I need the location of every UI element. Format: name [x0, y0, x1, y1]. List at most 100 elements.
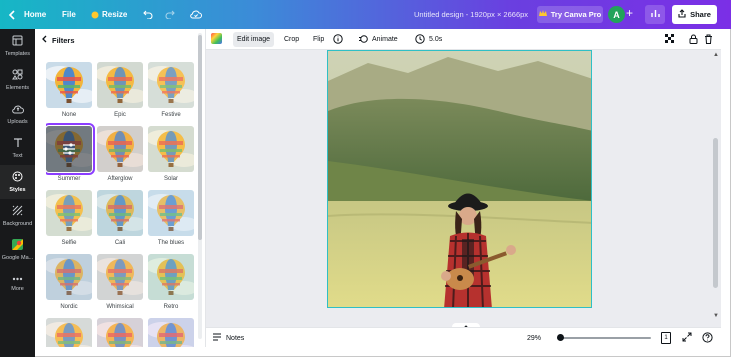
cloud-save-button[interactable]	[190, 0, 202, 29]
filter-thumbnail[interactable]	[148, 254, 194, 300]
color-picker-button[interactable]	[211, 32, 222, 47]
analytics-button[interactable]	[645, 5, 665, 24]
redo-button[interactable]	[165, 0, 175, 29]
help-icon	[702, 331, 713, 345]
share-label: Share	[690, 10, 711, 19]
rail-item-more[interactable]: More	[0, 267, 35, 301]
rail-label-google-maps: Google Ma...	[1, 255, 34, 261]
rail-item-templates[interactable]: Templates	[0, 29, 35, 63]
context-toolbar: Edit image Crop Flip Animate 5.0s	[206, 29, 721, 50]
transparency-button[interactable]	[665, 32, 675, 47]
filter-label: Selfie	[61, 240, 77, 246]
scroll-down-arrow[interactable]: ▼	[713, 313, 719, 319]
filters-back-button[interactable]: Filters	[41, 33, 75, 47]
filter-thumbnail[interactable]	[148, 126, 194, 172]
filters-title: Filters	[52, 35, 75, 45]
page-count-button[interactable]: 1	[661, 328, 671, 348]
filter-thumbnail[interactable]	[46, 254, 92, 300]
help-button[interactable]	[702, 328, 713, 348]
undo-button[interactable]	[143, 0, 153, 29]
elements-icon	[12, 69, 23, 82]
file-menu[interactable]: File	[62, 0, 76, 29]
filter-thumbnail[interactable]	[148, 318, 194, 347]
flip-button[interactable]: Flip	[313, 32, 324, 47]
filter-thumbnail[interactable]	[148, 190, 194, 236]
design-title-text: Untitled design - 1920px × 2666px	[414, 10, 529, 19]
add-collaborator-icon[interactable]: +	[626, 6, 633, 20]
home-button[interactable]: Home	[8, 0, 46, 29]
info-icon	[333, 33, 343, 46]
filter-thumbnail[interactable]	[148, 62, 194, 108]
rail-item-elements[interactable]: Elements	[0, 63, 35, 97]
filter-thumbnail[interactable]	[97, 318, 143, 347]
edit-image-label: Edit image	[237, 36, 271, 43]
zoom-label: 29%	[527, 334, 542, 342]
filter-label: Nordic	[60, 304, 78, 310]
rail-label-elements: Elements	[6, 85, 29, 91]
delete-button[interactable]	[704, 32, 713, 47]
filter-thumbnail[interactable]	[97, 254, 143, 300]
rail-item-google-maps[interactable]: Google Ma...	[0, 233, 35, 267]
filter-label: None	[61, 112, 77, 118]
filter-thumbnail[interactable]	[46, 62, 92, 108]
background-icon	[12, 205, 23, 218]
avatar[interactable]: A	[608, 6, 625, 23]
top-bar: Home File Resize Untitled design - 1920p…	[0, 0, 731, 29]
edit-image-button[interactable]: Edit image	[233, 32, 275, 47]
duration-button[interactable]: 5.0s	[415, 32, 442, 47]
zoom-percent[interactable]: 29%	[527, 328, 541, 348]
photo-image[interactable]	[328, 51, 592, 308]
rail-label-more: More	[11, 285, 24, 292]
filter-label: Whimsical	[106, 304, 134, 310]
info-button[interactable]	[333, 32, 343, 47]
lock-button[interactable]	[689, 32, 698, 47]
redo-icon	[165, 10, 175, 19]
filter-label: Epic	[114, 112, 126, 118]
adjust-sliders-icon[interactable]	[62, 143, 76, 157]
scroll-up-arrow[interactable]: ▲	[713, 52, 719, 58]
share-button[interactable]: Share	[672, 5, 717, 24]
cloud-check-icon	[190, 10, 202, 19]
filter-thumbnail[interactable]	[97, 62, 143, 108]
zoom-slider-knob[interactable]	[557, 334, 564, 341]
duration-label: 5.0s	[429, 36, 443, 43]
fullscreen-button[interactable]	[682, 328, 692, 348]
left-rail: Templates Elements Uploads Text Styles B…	[0, 29, 35, 357]
resize-label: Resize	[102, 10, 128, 19]
filter-thumbnail[interactable]	[46, 123, 95, 175]
design-title[interactable]: Untitled design - 1920px × 2666px	[414, 0, 528, 29]
rail-item-styles[interactable]: Styles	[0, 165, 35, 199]
filter-thumbnail[interactable]	[46, 318, 92, 347]
rail-label-text: Text	[12, 152, 23, 159]
canvas-scrollbar-thumb[interactable]	[713, 138, 718, 288]
notes-button[interactable]: Notes	[212, 328, 244, 348]
filter-label: Festive	[161, 112, 181, 118]
animate-button[interactable]: Animate	[358, 32, 398, 47]
rail-item-text[interactable]: Text	[0, 131, 35, 165]
zoom-slider-track[interactable]	[557, 337, 651, 339]
rail-item-background[interactable]: Background	[0, 199, 35, 233]
try-canva-pro-label: Try Canva Pro	[550, 10, 602, 19]
crop-label: Crop	[284, 36, 300, 43]
filter-label: Solar	[163, 176, 178, 182]
animate-icon	[358, 34, 368, 46]
filter-thumbnail[interactable]	[97, 190, 143, 236]
notes-icon	[212, 333, 222, 343]
crop-button[interactable]: Crop	[284, 32, 299, 47]
clock-icon	[415, 33, 425, 46]
resize-button[interactable]: Resize	[91, 0, 127, 29]
try-canva-pro-button[interactable]: Try Canva Pro	[537, 6, 603, 23]
animate-label: Animate	[372, 36, 398, 43]
bar-chart-icon	[650, 9, 660, 20]
home-label: Home	[24, 10, 47, 19]
transparency-icon	[665, 33, 675, 46]
design-page[interactable]	[327, 50, 592, 308]
filter-thumbnail[interactable]	[97, 126, 143, 172]
filter-thumbnail[interactable]	[46, 190, 92, 236]
chevron-left-icon	[41, 35, 47, 45]
rail-label-uploads: Uploads	[7, 118, 28, 125]
panel-scrollbar-thumb[interactable]	[198, 35, 202, 240]
templates-icon	[12, 35, 23, 48]
uploads-icon	[11, 104, 24, 116]
rail-item-uploads[interactable]: Uploads	[0, 97, 35, 131]
